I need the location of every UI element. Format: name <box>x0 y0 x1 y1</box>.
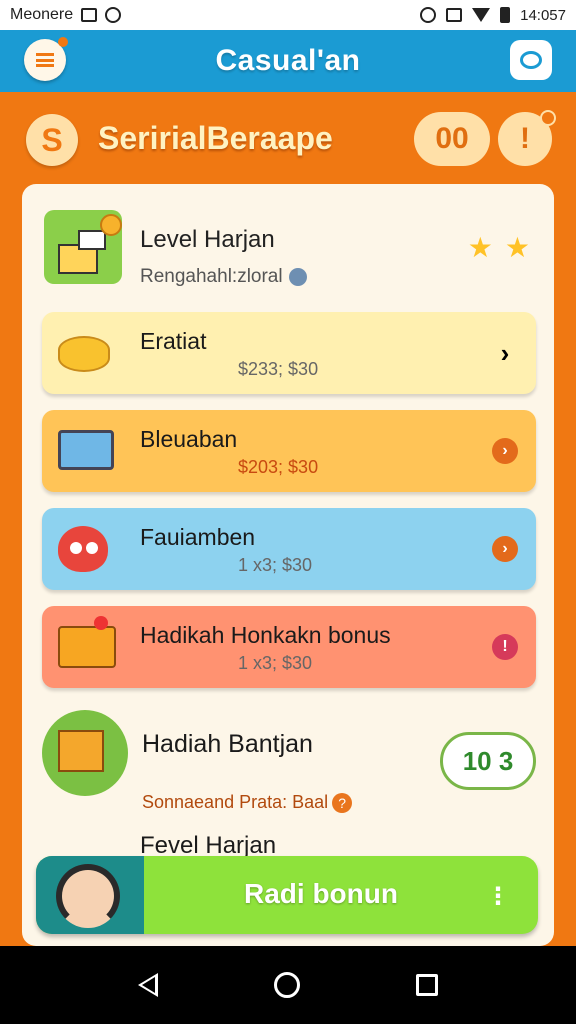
info-icon[interactable] <box>288 267 307 286</box>
reward-label: Fauiamben <box>140 524 256 550</box>
app-bar: Casual'an <box>0 30 576 92</box>
coin-stack-icon <box>58 326 118 380</box>
gift-icon <box>42 710 128 796</box>
coin-icon: S <box>26 114 78 166</box>
menu-button[interactable] <box>24 37 68 81</box>
more-icon[interactable]: ⋮ <box>486 882 510 911</box>
gift-subtitle: Sonnaeand Prata: Baal? <box>142 792 353 814</box>
level-header[interactable]: Level Harjan Rengahahl:zloral ★ ★ <box>44 210 534 290</box>
sync-icon <box>105 7 122 23</box>
reward-label: Eratiat <box>140 328 207 354</box>
chevron-right-icon[interactable]: › <box>492 338 518 368</box>
home-icon[interactable] <box>274 972 300 998</box>
profile-button[interactable] <box>510 40 552 80</box>
signal-icon <box>472 8 491 22</box>
chevron-right-icon[interactable]: › <box>492 536 518 562</box>
chest-icon <box>58 616 118 674</box>
notification-dot <box>58 37 68 47</box>
claim-bonus-label: Radi bonun <box>244 878 398 909</box>
alarm-icon <box>420 7 437 23</box>
counter-pill[interactable]: 00 <box>414 112 490 166</box>
gift-title: Hadiah Bantjan <box>142 730 313 758</box>
section-title: SeririalBeraape <box>98 120 333 156</box>
reward-row[interactable]: Fauiamben 1 x3; $30 › <box>42 508 536 590</box>
help-icon[interactable]: ? <box>332 793 353 814</box>
battery-icon <box>500 7 511 23</box>
level-stars: ★ ★ <box>468 234 530 262</box>
level-subtitle: Rengahahl:zloral <box>140 266 307 288</box>
alert-icon[interactable]: ! <box>492 634 518 660</box>
menu-icon <box>36 53 54 67</box>
heart-icon <box>58 522 118 576</box>
clock: 14:057 <box>520 6 566 24</box>
reward-price: 1 x3; $30 <box>238 555 313 575</box>
tablet-icon <box>58 424 118 478</box>
level-illustration <box>44 210 122 284</box>
avatar-icon <box>56 864 120 928</box>
section-header: S SeririalBeraape 00 ! <box>0 92 576 184</box>
star-icon: ★ <box>467 232 493 263</box>
score-pill[interactable]: 10 3 <box>440 732 536 790</box>
reward-row[interactable]: Eratiat $233; $30 › <box>42 312 536 394</box>
alert-badge <box>540 110 556 126</box>
avatar-panel <box>36 856 144 934</box>
gift-row[interactable]: Hadiah Bantjan Sonnaeand Prata: Baal? 10… <box>42 710 536 820</box>
recents-icon[interactable] <box>416 974 438 996</box>
reward-row[interactable]: Bleuaban $203; $30 › <box>42 410 536 492</box>
status-bar: Meonere 14:057 <box>0 0 576 30</box>
reward-price: $203; $30 <box>238 457 319 477</box>
back-icon[interactable] <box>138 973 158 997</box>
carrier-label: Meonere <box>10 6 74 23</box>
claim-bonus-button[interactable]: Radi bonun ⋮ <box>36 856 538 934</box>
sim-icon <box>81 8 98 22</box>
reward-label: Bleuaban <box>140 426 238 452</box>
reward-price: $233; $30 <box>238 359 319 379</box>
reward-price: 1 x3; $30 <box>238 653 313 673</box>
level-title: Level Harjan <box>140 226 275 253</box>
reward-label: Hadikah Honkakn bonus <box>140 622 391 648</box>
star-icon: ★ <box>504 232 530 263</box>
profile-icon <box>520 51 542 69</box>
system-nav-bar <box>0 946 576 1024</box>
app-title: Casual'an <box>215 44 361 77</box>
alert-icon: ! <box>520 122 530 155</box>
chevron-right-icon[interactable]: › <box>492 438 518 464</box>
reward-row[interactable]: Hadikah Honkakn bonus 1 x3; $30 ! <box>42 606 536 688</box>
rewards-card: Level Harjan Rengahahl:zloral ★ ★ Eratia… <box>22 184 554 946</box>
vibrate-icon <box>446 8 463 22</box>
